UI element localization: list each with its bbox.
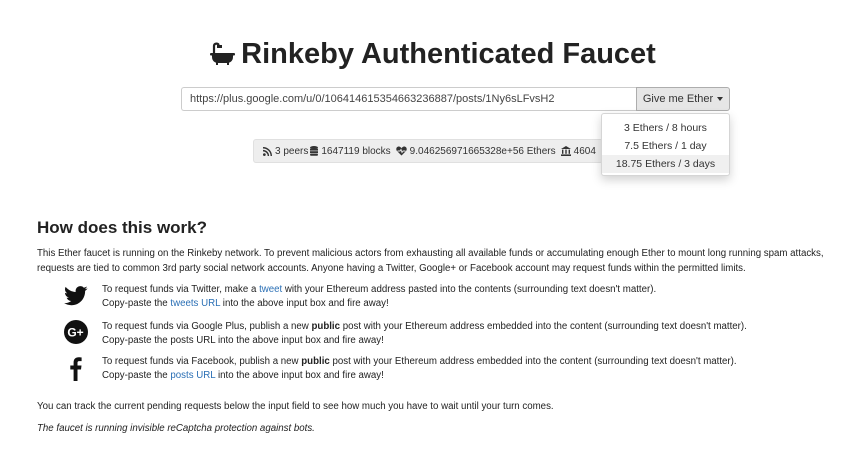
twitter-line1-a: To request funds via Twitter, make a [102,284,260,295]
twitter-icon [64,283,90,309]
twitter-line1-b: with your Ethereum address pasted into t… [282,284,657,295]
funds-amount: 9.046256971665328e+56 Ethers [409,145,556,157]
twitter-instructions: To request funds via Twitter, make a twe… [60,283,850,313]
facebook-line2-b: into the above input box and fire away! [215,370,384,381]
request-form: Give me Ether [181,87,730,111]
give-button-label: Give me Ether [642,93,714,105]
peers-count: 3 peers [275,145,309,157]
track-requests-text: You can track the current pending reques… [37,401,554,412]
google-plus-icon: G+ [64,320,90,346]
caret-down-icon [717,97,724,101]
facebook-text: To request funds via Facebook, publish a… [102,355,737,383]
database-icon [310,145,319,157]
tweet-link[interactable]: tweet [259,284,282,295]
ether-amount-menu: 3 Ethers / 8 hours 7.5 Ethers / 1 day 18… [601,113,730,176]
google-plus-instructions: G+ To request funds via Google Plus, pub… [60,320,850,350]
bank-icon [560,145,571,157]
partial-stat: 4604 [573,145,596,157]
give-me-ether-button[interactable]: Give me Ether [636,87,730,111]
facebook-line1-b: post with your Ethereum address embedded… [329,356,737,367]
facebook-line1-a: To request funds via Facebook, publish a… [102,356,302,367]
menu-item-18-75-ethers[interactable]: 18.75 Ethers / 3 days [602,155,729,173]
facebook-line2-a: Copy-paste the [102,370,171,381]
intro-paragraph: This Ether faucet is running on the Rink… [37,248,824,274]
twitter-line2-a: Copy-paste the [102,298,171,309]
google-line2: Copy-paste the posts URL into the above … [102,335,384,346]
rss-icon [262,146,272,157]
twitter-text: To request funds via Twitter, make a twe… [102,283,656,311]
facebook-public-bold: public [301,356,330,367]
google-line1-a: To request funds via Google Plus, publis… [102,321,312,332]
twitter-line2-b: into the above input box and fire away! [220,298,389,309]
google-plus-text: To request funds via Google Plus, publis… [102,320,747,348]
network-stats-bar: 3 peers 1647119 blocks 9.046256971665328… [253,139,603,163]
facebook-icon [64,355,90,381]
google-public-bold: public [311,321,341,332]
page-title: Rinkeby Authenticated Faucet [0,38,865,74]
google-line1-b: post with your Ethereum address embedded… [340,321,747,332]
bath-icon [209,41,236,74]
blocks-count: 1647119 blocks [321,145,391,157]
title-text: Rinkeby Authenticated Faucet [241,38,656,70]
url-input[interactable] [181,87,636,111]
captcha-note: The faucet is running invisible reCaptch… [37,423,315,434]
how-heading: How does this work? [37,218,208,237]
posts-url-link[interactable]: posts URL [170,370,215,381]
tweets-url-link[interactable]: tweets URL [170,298,220,309]
heartbeat-icon [395,146,407,157]
svg-text:G+: G+ [67,326,83,340]
facebook-instructions: To request funds via Facebook, publish a… [60,355,850,385]
menu-item-7-5-ethers[interactable]: 7.5 Ethers / 1 day [602,137,729,155]
menu-item-3-ethers[interactable]: 3 Ethers / 8 hours [602,119,729,137]
